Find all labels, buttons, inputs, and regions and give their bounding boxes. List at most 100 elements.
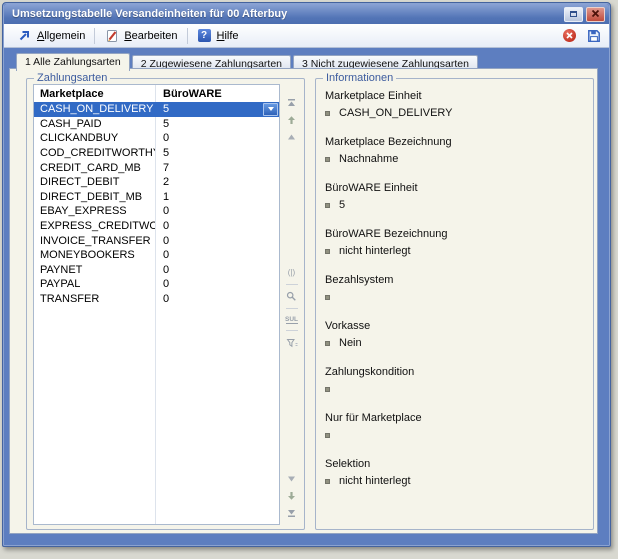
table-row[interactable]: CLICKANDBUY0 — [34, 131, 279, 146]
buroware-dropdown-button[interactable] — [263, 103, 278, 116]
close-icon — [591, 5, 600, 23]
info-item-value-row: Nachnahme — [325, 152, 585, 166]
cell-marketplace: COD_CREDITWORTHYNESS — [34, 147, 155, 159]
info-item-label: Vorkasse — [325, 319, 585, 333]
cell-buroware: 0 — [155, 264, 279, 276]
table-row[interactable]: CASH_ON_DELIVERY5 — [34, 102, 279, 117]
bullet-icon — [325, 203, 330, 208]
toolbar-button-bearbeiten[interactable]: Bearbeiten — [97, 26, 184, 45]
info-item-label: Selektion — [325, 457, 585, 471]
info-item-value: 5 — [339, 198, 345, 212]
tab-1[interactable]: 1 Alle Zahlungsarten — [16, 53, 130, 71]
table-row[interactable]: INVOICE_TRANSFER0 — [34, 233, 279, 248]
info-item-value-row: Nein — [325, 336, 585, 350]
table-row[interactable]: CASH_PAID5 — [34, 117, 279, 132]
scroll-to-bottom-icon[interactable] — [286, 507, 298, 518]
subtotal-icon[interactable]: SUL — [286, 315, 298, 324]
table-row[interactable]: PAYNET0 — [34, 263, 279, 278]
info-item: Zahlungskondition — [325, 365, 585, 396]
cell-buroware: 7 — [155, 162, 279, 174]
table-row[interactable]: MONEYBOOKERS0 — [34, 248, 279, 263]
scroll-down-icon[interactable] — [286, 473, 298, 484]
scroll-to-top-icon[interactable] — [286, 97, 298, 108]
cell-marketplace: EBAY_EXPRESS — [34, 205, 155, 217]
info-item-value: Nein — [339, 336, 362, 350]
cell-marketplace: INVOICE_TRANSFER — [34, 235, 155, 247]
arrow-up-right-icon — [17, 28, 32, 43]
toolbar-button-label: Bearbeiten — [124, 30, 177, 42]
cell-buroware: 5 — [155, 118, 279, 130]
table-row[interactable]: DIRECT_DEBIT2 — [34, 175, 279, 190]
info-item: Selektion nicht hinterlegt — [325, 457, 585, 488]
bullet-icon — [325, 479, 330, 484]
table-row[interactable]: EXPRESS_CREDITWORTHINESS0 — [34, 219, 279, 234]
info-item-value-row: CASH_ON_DELIVERY — [325, 106, 585, 120]
cell-marketplace: EXPRESS_CREDITWORTHINESS — [34, 220, 155, 232]
cell-buroware: 1 — [155, 191, 279, 203]
cell-buroware: 5 — [155, 147, 279, 159]
restore-button[interactable] — [564, 7, 583, 22]
table-row[interactable]: PAYPAL0 — [34, 277, 279, 292]
info-item: Vorkasse Nein — [325, 319, 585, 350]
table-row[interactable]: EBAY_EXPRESS0 — [34, 204, 279, 219]
restore-icon — [570, 11, 577, 17]
dialog-window: Umsetzungstabelle Versandeinheiten für 0… — [2, 2, 611, 547]
bullet-icon — [325, 111, 330, 116]
cell-buroware: 0 — [155, 249, 279, 261]
payment-rows: CASH_ON_DELIVERY5CASH_PAID5CLICKANDBUY0C… — [34, 102, 279, 306]
column-width-icon[interactable]: (|) — [286, 267, 298, 278]
cell-marketplace: CASH_ON_DELIVERY — [34, 103, 155, 115]
informationen-group-label: Informationen — [323, 72, 396, 85]
cell-buroware: 0 — [155, 278, 279, 290]
nav-group-up — [286, 97, 298, 142]
cancel-button[interactable] — [563, 27, 584, 44]
cell-buroware: 0 — [155, 220, 279, 232]
filter-icon[interactable] — [286, 337, 298, 348]
cell-buroware: 0 — [155, 293, 279, 305]
toolbar-button-label: Hilfe — [217, 30, 239, 42]
cell-buroware: 0 — [155, 132, 279, 144]
payments-table: Marketplace BüroWARE CASH_ON_DELIVERY5CA… — [33, 84, 280, 525]
table-row[interactable]: TRANSFER0 — [34, 292, 279, 307]
table-nav-strip: (|) SUL — [282, 84, 301, 521]
table-row[interactable]: DIRECT_DEBIT_MB1 — [34, 190, 279, 205]
nav-group-down — [286, 473, 298, 518]
nav-group-tools: (|) SUL — [286, 267, 298, 348]
cell-marketplace: PAYPAL — [34, 278, 155, 290]
zahlungsarten-groupbox: Zahlungsarten Marketplace BüroWARE CASH_… — [26, 78, 305, 530]
save-button[interactable] — [584, 26, 603, 45]
info-item-label: Bezahlsystem — [325, 273, 585, 287]
cell-buroware: 0 — [155, 235, 279, 247]
cell-marketplace: DIRECT_DEBIT_MB — [34, 191, 155, 203]
info-item: Marketplace EinheitCASH_ON_DELIVERY — [325, 89, 585, 120]
info-item-value-row — [325, 428, 585, 442]
close-button[interactable] — [586, 7, 605, 22]
info-item-value: nicht hinterlegt — [339, 474, 411, 488]
info-item: Marketplace Bezeichnung Nachnahme — [325, 135, 585, 166]
table-row[interactable]: CREDIT_CARD_MB7 — [34, 160, 279, 175]
scroll-down-fast-icon[interactable] — [286, 490, 298, 501]
column-header-buroware: BüroWARE — [155, 88, 279, 100]
save-icon — [586, 28, 601, 43]
info-item-value: CASH_ON_DELIVERY — [339, 106, 453, 120]
cell-marketplace: PAYNET — [34, 264, 155, 276]
title-bar[interactable]: Umsetzungstabelle Versandeinheiten für 0… — [4, 4, 609, 24]
info-item-value-row: nicht hinterlegt — [325, 244, 585, 258]
info-item-label: BüroWARE Bezeichnung — [325, 227, 585, 241]
chevron-down-icon — [268, 107, 274, 111]
toolbar-button-hilfe[interactable]: ? Hilfe — [190, 26, 246, 45]
table-row[interactable]: COD_CREDITWORTHYNESS5 — [34, 146, 279, 161]
search-icon[interactable] — [286, 291, 298, 302]
info-item-label: Marketplace Bezeichnung — [325, 135, 585, 149]
toolbar-button-allgemein[interactable]: Allgemein — [10, 26, 92, 45]
cell-marketplace: TRANSFER — [34, 293, 155, 305]
toolbar-separator — [187, 28, 188, 44]
help-icon: ? — [197, 28, 212, 43]
column-header-marketplace: Marketplace — [34, 88, 155, 100]
scroll-up-fast-icon[interactable] — [286, 114, 298, 125]
cell-buroware: 2 — [155, 176, 279, 188]
scroll-up-icon[interactable] — [286, 131, 298, 142]
bullet-icon — [325, 433, 330, 438]
nav-separator — [286, 308, 298, 309]
cell-marketplace: CASH_PAID — [34, 118, 155, 130]
